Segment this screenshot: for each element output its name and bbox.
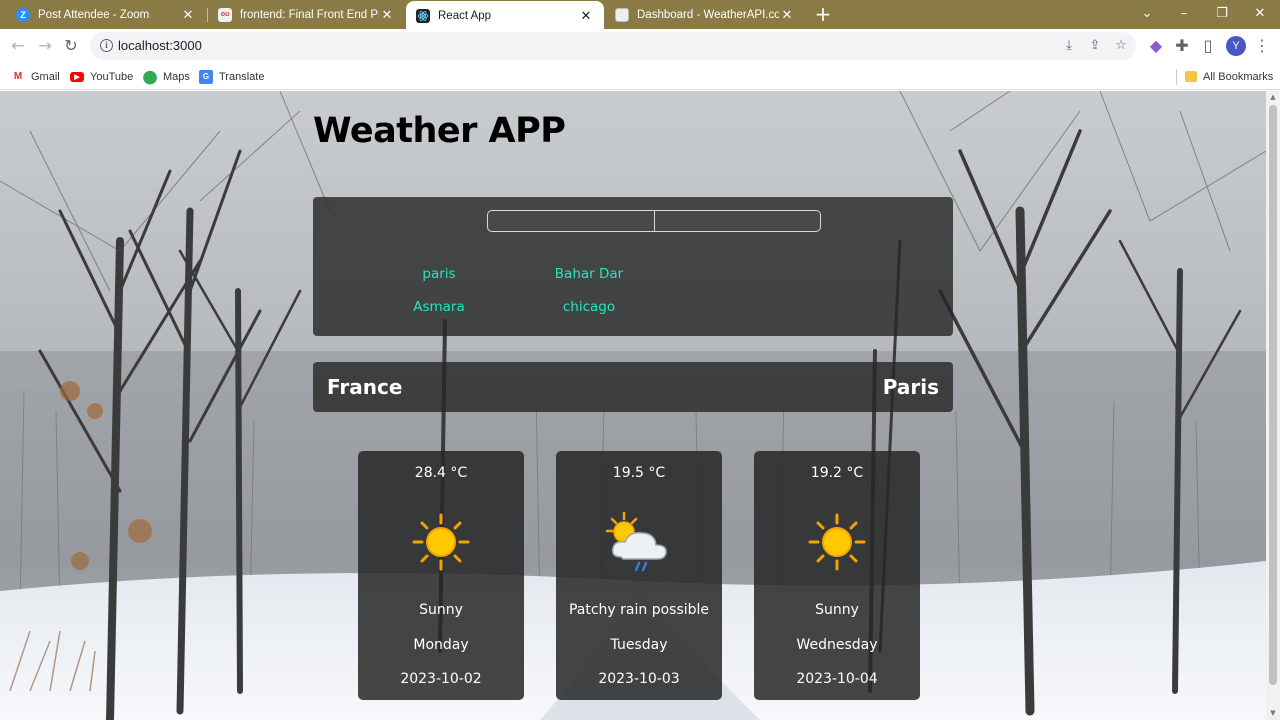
city-link-bahar-dar[interactable]: Bahar Dar [514, 266, 664, 282]
close-window-button[interactable]: ✕ [1240, 0, 1280, 29]
search-panel: paris Bahar Dar Asmara chicago [313, 197, 953, 336]
reload-button[interactable]: ↻ [59, 34, 83, 58]
puzzle-icon[interactable]: ✚ [1170, 34, 1194, 58]
forecast-condition: Patchy rain possible [568, 602, 710, 618]
avatar[interactable]: Y [1226, 36, 1246, 56]
tab-title: Post Attendee - Zoom [38, 8, 150, 21]
share-icon[interactable]: ⇪ [1086, 38, 1104, 54]
sunny-icon [401, 507, 481, 577]
bookmark-youtube[interactable]: ▶ YouTube [70, 68, 133, 85]
city-link-asmara[interactable]: Asmara [364, 299, 514, 315]
bookmark-label: Maps [163, 70, 190, 83]
react-icon [416, 9, 430, 23]
patchy-rain-icon [599, 507, 679, 577]
page-title: Weather APP [313, 111, 566, 151]
bookmark-gmail[interactable]: M Gmail [11, 68, 60, 85]
bookmark-maps[interactable]: ⬤ Maps [143, 68, 190, 85]
bookmark-label: Gmail [31, 70, 60, 83]
restore-button[interactable]: ❐ [1202, 0, 1242, 29]
forecast-date: 2023-10-03 [598, 671, 680, 687]
tab-weatherapi[interactable]: Dashboard - WeatherAPI.com ✕ [605, 0, 805, 29]
country-name: France [327, 375, 403, 399]
location-bar: France Paris [313, 362, 953, 412]
search-button[interactable] [655, 211, 820, 231]
bookmark-star-icon[interactable]: ☆ [1112, 38, 1130, 54]
all-bookmarks-label: All Bookmarks [1203, 70, 1274, 83]
address-bar[interactable]: i localhost:3000 ⤓ ⇪ ☆ [90, 32, 1136, 60]
close-icon[interactable]: ✕ [379, 7, 395, 23]
project-icon: ou [218, 7, 232, 22]
forecast-temperature: 28.4 °C [414, 465, 468, 481]
gmail-icon: M [13, 71, 23, 82]
forecast-day: Tuesday [610, 637, 668, 653]
forecast-card: 19.2 °C Sunny Wednesday 2023-10-04 [754, 451, 920, 700]
tab-react-app[interactable]: React App ✕ [406, 1, 604, 31]
tab-title: frontend: Final Front End Project [240, 8, 379, 21]
forecast-day: Monday [413, 637, 469, 653]
bookmarks-bar: M Gmail ▶ YouTube ⬤ Maps G Translate All… [0, 63, 1280, 90]
folder-icon [1185, 71, 1197, 82]
maps-icon: ⬤ [142, 68, 158, 84]
tab-frontend[interactable]: ou frontend: Final Front End Project ✕ [208, 0, 405, 29]
forecast-date: 2023-10-02 [400, 671, 482, 687]
page-viewport: ▲ ▼ Weather APP paris Bahar Dar Asmara c… [0, 91, 1280, 720]
forecast-temperature: 19.5 °C [612, 465, 666, 481]
bookmark-label: Translate [219, 70, 265, 83]
url-text: localhost:3000 [118, 38, 202, 53]
forecast-condition: Sunny [815, 602, 859, 618]
close-icon[interactable]: ✕ [180, 7, 196, 23]
page-scrollbar[interactable]: ▲ ▼ [1266, 91, 1280, 720]
tab-title: Dashboard - WeatherAPI.com [637, 8, 779, 21]
install-app-icon[interactable]: ⤓ [1060, 38, 1078, 54]
forecast-condition: Sunny [419, 602, 463, 618]
site-info-icon[interactable]: i [100, 39, 113, 52]
new-tab-button[interactable]: + [813, 3, 833, 25]
zoom-icon: Z [16, 7, 30, 22]
scrollbar-thumb[interactable] [1269, 105, 1277, 685]
close-icon[interactable]: ✕ [578, 8, 594, 24]
forecast-card: 19.5 °C Patchy rain possible Tuesday 202… [556, 451, 722, 700]
search-form [487, 210, 821, 232]
forecast-card: 28.4 °C Sunny Monday 2023-10-02 [358, 451, 524, 700]
tab-strip: Z Post Attendee - Zoom ✕ ou frontend: Fi… [0, 0, 1280, 31]
scroll-up-icon[interactable]: ▲ [1269, 93, 1277, 101]
search-input[interactable] [488, 211, 655, 231]
tab-zoom[interactable]: Z Post Attendee - Zoom ✕ [6, 0, 206, 29]
minimize-button[interactable]: – [1164, 0, 1204, 29]
sunny-icon [797, 507, 877, 577]
all-bookmarks[interactable]: All Bookmarks [1185, 68, 1273, 85]
forward-button[interactable]: → [33, 34, 57, 58]
bookmark-translate[interactable]: G Translate [199, 68, 264, 85]
city-link-chicago[interactable]: chicago [514, 299, 664, 315]
back-button[interactable]: ← [6, 34, 30, 58]
city-name: Paris [882, 375, 939, 399]
bookmarks-divider [1176, 69, 1177, 85]
scroll-down-icon[interactable]: ▼ [1269, 709, 1277, 717]
weatherapi-icon [615, 7, 629, 22]
tab-title: React App [438, 10, 492, 22]
browser-toolbar: ← → ↻ i localhost:3000 ⤓ ⇪ ☆ ◆ ✚ ▯ Y ⋮ [0, 29, 1280, 63]
close-icon[interactable]: ✕ [779, 7, 795, 23]
translate-icon: G [199, 69, 213, 84]
side-panel-icon[interactable]: ▯ [1196, 34, 1220, 58]
menu-icon[interactable]: ⋮ [1250, 34, 1274, 58]
bookmark-label: YouTube [90, 70, 134, 83]
extension-icon[interactable]: ◆ [1144, 34, 1168, 58]
forecast-date: 2023-10-04 [796, 671, 878, 687]
tab-search-icon[interactable]: ⌄ [1127, 0, 1167, 29]
youtube-icon: ▶ [70, 71, 84, 82]
city-link-paris[interactable]: paris [364, 266, 514, 282]
forecast-temperature: 19.2 °C [810, 465, 864, 481]
forecast-day: Wednesday [796, 637, 878, 653]
